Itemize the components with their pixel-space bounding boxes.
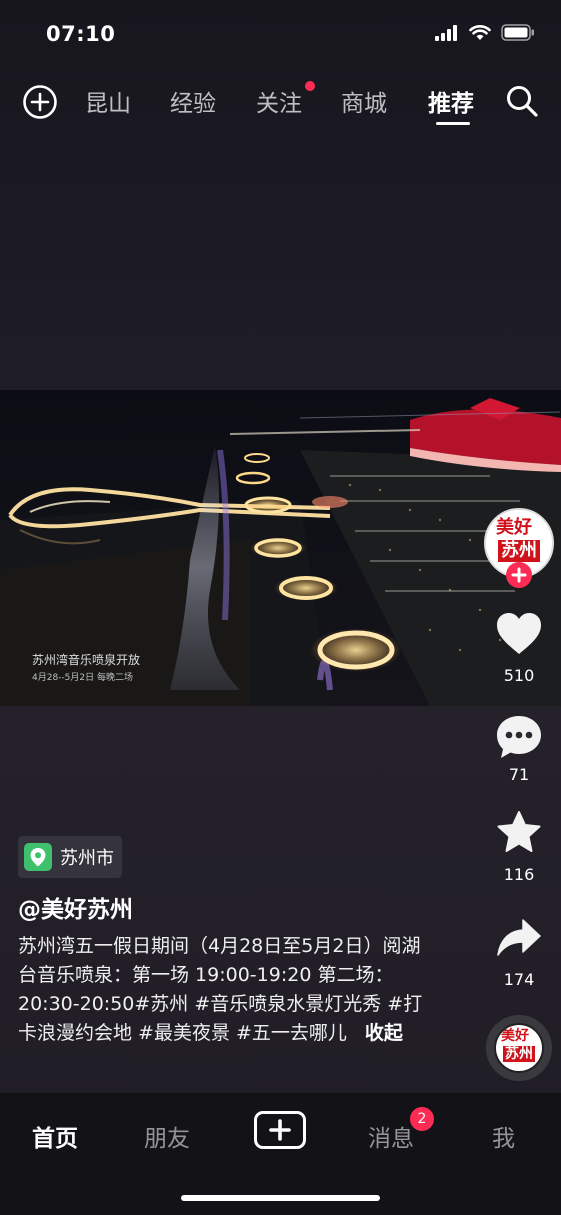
- following-notification-dot: [305, 81, 315, 91]
- favorite-count: 116: [503, 865, 535, 884]
- description-text: 苏州湾五一假日期间（4月28日至5月2日）阅湖台音乐喷泉：第一场 19:00-1…: [18, 935, 423, 1044]
- tab-recommend[interactable]: 推荐: [428, 84, 474, 118]
- tab-mall[interactable]: 商城: [341, 84, 387, 118]
- status-icons: [435, 24, 535, 41]
- location-pin-icon: [24, 843, 52, 871]
- tab-following[interactable]: 关注: [256, 84, 302, 118]
- follow-button[interactable]: [506, 562, 532, 588]
- add-circle-icon[interactable]: [22, 84, 58, 120]
- status-time: 07:10: [46, 22, 116, 46]
- share-icon[interactable]: [496, 918, 542, 958]
- messages-badge: 2: [410, 1107, 434, 1131]
- location-tag[interactable]: 苏州市: [18, 836, 122, 878]
- home-indicator: [181, 1195, 380, 1201]
- like-count: 510: [503, 666, 535, 685]
- music-cover-text-top: 美好: [501, 1028, 529, 1044]
- favorite-star-icon[interactable]: [496, 810, 542, 854]
- create-button[interactable]: [254, 1111, 306, 1149]
- music-disc[interactable]: 美好 苏州: [486, 1015, 552, 1081]
- plus-icon: [511, 567, 527, 583]
- author-handle[interactable]: @美好苏州: [18, 890, 133, 924]
- comment-count: 71: [508, 765, 530, 784]
- like-heart-icon[interactable]: [495, 612, 543, 656]
- nav-home[interactable]: 首页: [32, 1119, 78, 1153]
- video-caption-subtitle: 4月28--5月2日 每晚二场: [32, 673, 133, 683]
- music-cover-text-bottom: 苏州: [503, 1046, 535, 1062]
- battery-icon: [501, 24, 534, 41]
- create-plus-icon: [269, 1119, 291, 1141]
- tab-kunshan[interactable]: 昆山: [85, 84, 131, 118]
- video-caption: 苏州湾音乐喷泉开放 4月28--5月2日 每晚二场: [32, 651, 140, 683]
- nav-messages[interactable]: 消息: [368, 1119, 414, 1153]
- location-label: 苏州市: [60, 848, 114, 869]
- avatar-text-top: 美好: [496, 517, 532, 538]
- signal-icon: [435, 24, 457, 41]
- collapse-button[interactable]: 收起: [365, 1022, 403, 1044]
- avatar-text-bottom: 苏州: [498, 540, 540, 562]
- music-disc-cover: 美好 苏州: [496, 1025, 542, 1071]
- comment-icon[interactable]: [495, 714, 543, 760]
- post-description: 苏州湾五一假日期间（4月28日至5月2日）阅湖台音乐喷泉：第一场 19:00-1…: [18, 932, 438, 1048]
- share-count: 174: [503, 970, 535, 989]
- video-caption-title: 苏州湾音乐喷泉开放: [32, 653, 141, 667]
- tab-experience[interactable]: 经验: [170, 84, 216, 118]
- search-icon[interactable]: [505, 84, 539, 118]
- top-nav: 昆山 经验 关注 商城 推荐: [0, 78, 561, 128]
- wifi-icon: [469, 24, 491, 40]
- nav-me[interactable]: 我: [492, 1119, 515, 1153]
- nav-friends[interactable]: 朋友: [144, 1119, 190, 1153]
- active-tab-indicator: [436, 122, 470, 125]
